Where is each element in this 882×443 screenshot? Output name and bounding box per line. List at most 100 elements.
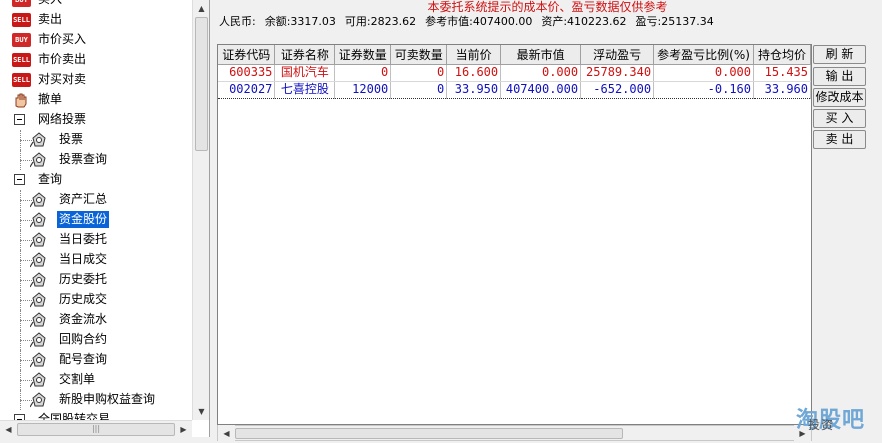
tree-item-label: 对买对卖	[38, 72, 87, 86]
table-cell: 0.000	[500, 64, 582, 82]
tree-item-label: 资金股份	[57, 211, 110, 228]
gear-icon	[29, 272, 48, 288]
tree-item-label: 买入	[36, 0, 64, 8]
table-cell: 国机汽车	[274, 64, 336, 82]
holdings-table[interactable]: 证券代码 证券名称 证券数量 可卖数量 当前价 最新市值 浮动盈亏 参考盈亏比例(%) 持仓均价…	[217, 44, 812, 425]
gear-icon	[29, 192, 48, 208]
gear-icon	[29, 312, 48, 328]
sell-icon: SELL	[12, 53, 31, 67]
holdings-panel: 本委托系统提示的成本价、盈亏数据仅供参考 人民币: 余额:3317.03 可用:28…	[213, 0, 882, 443]
tree-item-label: 卖出	[38, 12, 63, 26]
export-button[interactable]: 输 出	[813, 67, 866, 86]
tree-item[interactable]: SELL 卖出	[0, 10, 192, 30]
table-row[interactable]: 600335 国机汽车 0 0 16.600 0.000 25789.340 0.000 15.…	[218, 64, 811, 82]
available-value: 可用:2823.62	[344, 15, 417, 28]
table-cell: 0	[390, 80, 448, 99]
tree-item[interactable]: SELL 对买对卖	[0, 70, 192, 90]
tree-item[interactable]: 资产汇总	[0, 190, 192, 210]
column-header[interactable]: 可卖数量	[390, 45, 448, 65]
table-cell: 0	[390, 64, 448, 82]
table-horizontal-scrollbar[interactable]: ◀ ▶	[217, 425, 812, 442]
gear-icon	[29, 292, 48, 308]
table-cell: 12000	[334, 80, 392, 99]
tree-item[interactable]: 历史成交	[0, 290, 192, 310]
refresh-button[interactable]: 刷 新	[813, 45, 866, 64]
tree-item[interactable]: 资金流水	[0, 310, 192, 330]
tree-item-label: 历史委托	[59, 272, 108, 286]
gear-icon	[29, 232, 48, 248]
column-header[interactable]: 浮动盈亏	[580, 45, 655, 65]
hand-icon	[12, 92, 30, 108]
tree-item[interactable]: 当日委托	[0, 230, 192, 250]
tree-item-label: 资产汇总	[59, 192, 108, 206]
gear-icon	[29, 332, 48, 348]
tree-item-label: 配号查询	[59, 352, 108, 366]
column-header[interactable]: 持仓均价	[753, 45, 811, 65]
table-horizontal-scroll-thumb[interactable]	[235, 428, 623, 439]
tree-item[interactable]: 回购合约	[0, 330, 192, 350]
collapse-icon[interactable]	[14, 114, 25, 125]
scroll-left-arrow-icon[interactable]: ◀	[0, 421, 17, 437]
tree-item[interactable]: 撤单	[0, 90, 192, 110]
tree-item[interactable]: 查询	[0, 170, 192, 190]
modify-cost-button[interactable]: 修改成本	[813, 88, 866, 107]
column-header[interactable]: 参考盈亏比例(%)	[653, 45, 754, 65]
tree-item-label: 市价卖出	[38, 52, 87, 66]
disclaimer-notice: 本委托系统提示的成本价、盈亏数据仅供参考	[427, 0, 668, 14]
table-cell: 407400.000	[500, 80, 582, 99]
function-tree: BUY 买入 SELL 卖出 BUY 市价买入 SELL 市价卖出 SELL 对买对卖撤单网络投票…	[0, 0, 192, 430]
tree-item[interactable]: 网络投票	[0, 110, 192, 130]
tree-item-label: 撤单	[38, 92, 63, 106]
sell-icon: SELL	[12, 13, 31, 27]
tree-item[interactable]: 交割单	[0, 370, 192, 390]
tree-item[interactable]: 投票查询	[0, 150, 192, 170]
tree-item-label: 投票	[59, 132, 84, 146]
tree-item-label: 查询	[38, 172, 63, 186]
scroll-down-arrow-icon[interactable]: ▼	[193, 403, 209, 420]
table-cell: -0.160	[653, 80, 754, 99]
scroll-left-arrow-icon[interactable]: ◀	[218, 425, 235, 442]
gear-icon	[29, 372, 48, 388]
column-header[interactable]: 最新市值	[500, 45, 582, 65]
account-summary: 人民币: 余额:3317.03 可用:2823.62 参考市值:407400.00 资产…	[219, 13, 723, 30]
tree-item-label: 新股申购权益查询	[59, 392, 156, 406]
tree-item[interactable]: BUY 市价买入	[0, 30, 192, 50]
tree-item[interactable]: 资金股份	[0, 210, 192, 230]
tree-item[interactable]: 当日成交	[0, 250, 192, 270]
watermark-subtext: 投资	[808, 418, 835, 432]
balance-value: 余额:3317.03	[264, 15, 336, 28]
column-header[interactable]: 证券代码	[218, 45, 276, 65]
buy-button[interactable]: 买 入	[813, 109, 866, 128]
assets-value: 资产:410223.62	[541, 15, 627, 28]
sell-button[interactable]: 卖 出	[813, 130, 866, 149]
profit-value: 盈亏:25137.34	[635, 15, 714, 28]
scroll-up-arrow-icon[interactable]: ▲	[193, 0, 209, 17]
table-cell: 600335	[218, 64, 276, 82]
tree-horizontal-scroll-thumb[interactable]: |||	[17, 423, 175, 436]
tree-item-label: 资金流水	[59, 312, 108, 326]
tree-item[interactable]: 历史委托	[0, 270, 192, 290]
table-cell: 33.950	[446, 80, 502, 99]
column-header[interactable]: 当前价	[446, 45, 502, 65]
gear-icon	[29, 132, 48, 148]
tree-item[interactable]: SELL 市价卖出	[0, 50, 192, 70]
tree-item-label: 历史成交	[59, 292, 108, 306]
tree-vertical-scroll-thumb[interactable]	[195, 17, 208, 151]
column-header[interactable]: 证券数量	[334, 45, 392, 65]
tree-item[interactable]: BUY 买入	[0, 0, 192, 10]
table-cell: 15.435	[753, 64, 811, 82]
table-cell: -652.000	[580, 80, 655, 99]
tree-item[interactable]: 新股申购权益查询	[0, 390, 192, 410]
tree-item[interactable]: 配号查询	[0, 350, 192, 370]
table-row[interactable]: 002027 七喜控股 12000 0 33.950 407400.000 -652.000…	[218, 80, 811, 99]
tree-horizontal-scrollbar[interactable]: ◀ ||| ▶	[0, 420, 192, 437]
tree-item[interactable]: 投票	[0, 130, 192, 150]
collapse-icon[interactable]	[14, 174, 25, 185]
tree-vertical-scrollbar[interactable]: ▲ ▼	[192, 0, 209, 420]
tree-item-label: 网络投票	[38, 112, 87, 126]
column-header[interactable]: 证券名称	[274, 45, 336, 65]
gear-icon	[29, 352, 48, 368]
gear-icon	[29, 152, 48, 168]
scroll-right-arrow-icon[interactable]: ▶	[175, 421, 192, 437]
currency-label: 人民币:	[219, 15, 256, 28]
